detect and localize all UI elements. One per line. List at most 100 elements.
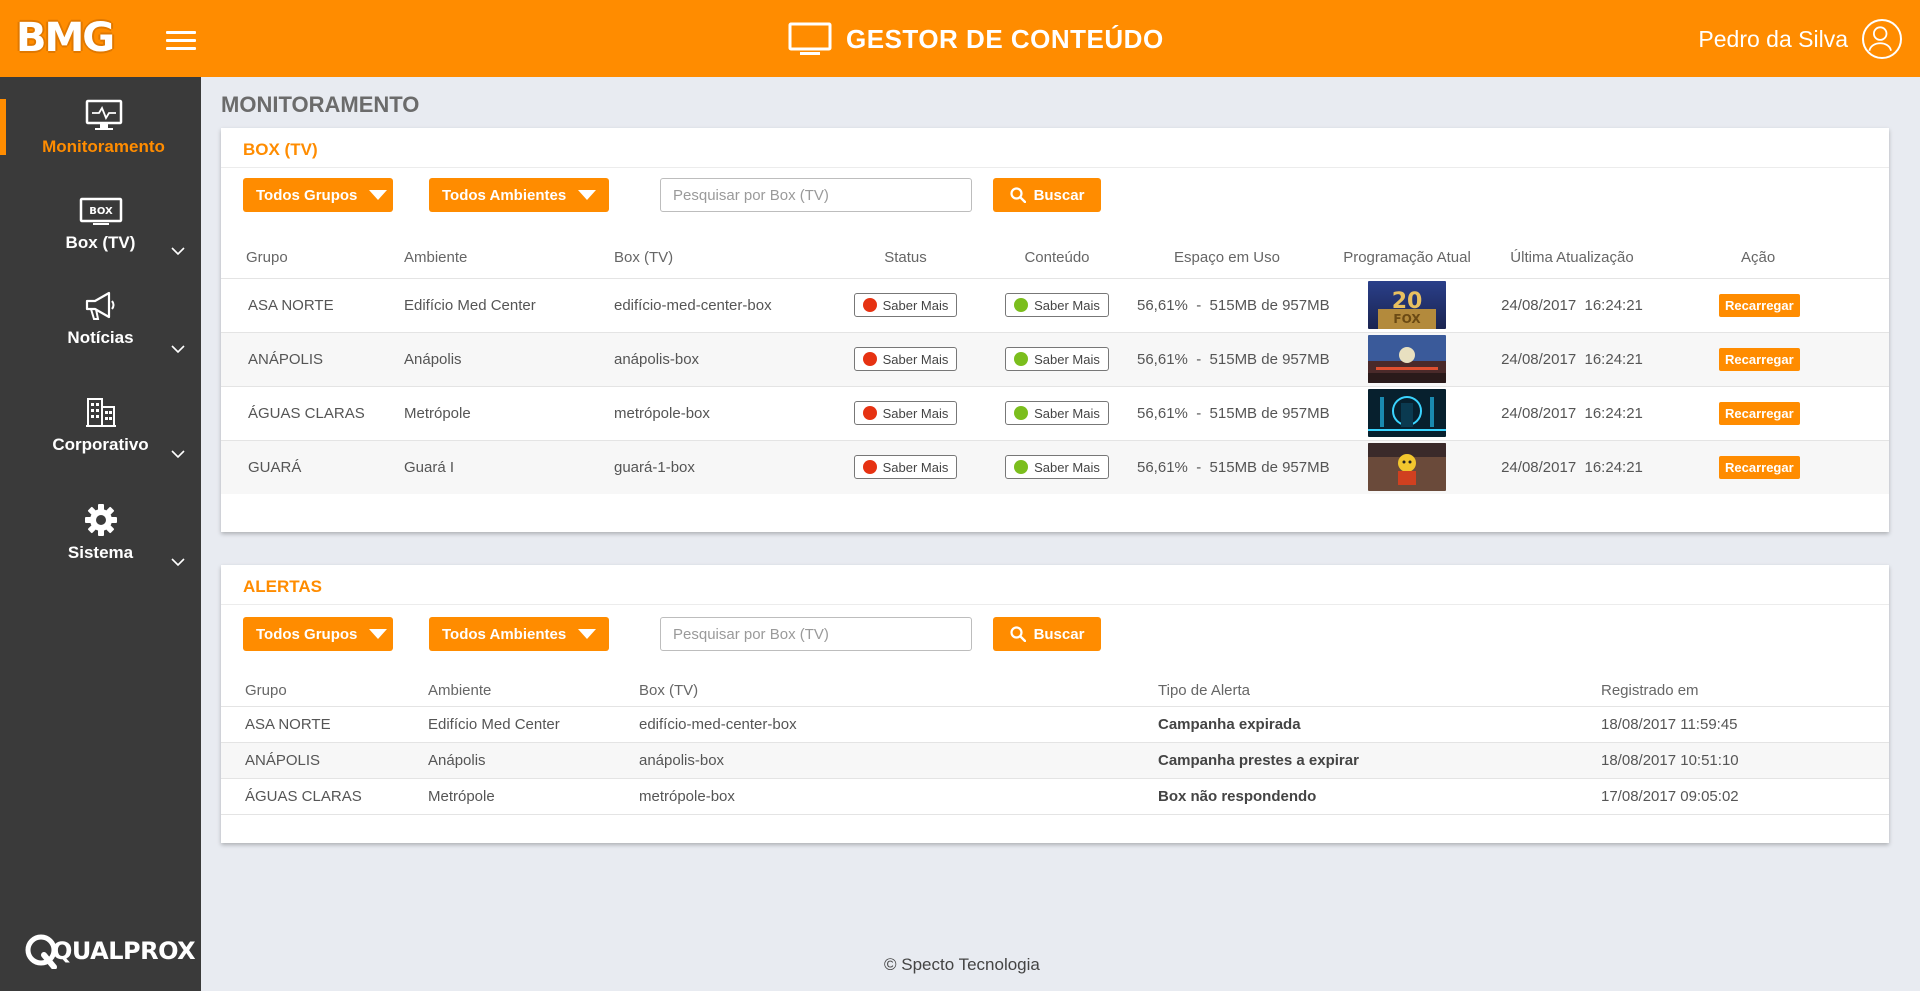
column-header[interactable]: Última Atualização	[1497, 238, 1647, 278]
top-bar: BMG GESTOR DE CONTEÚDO Pedro da Silva	[0, 0, 1920, 77]
cell-box: metrópole-box	[639, 777, 1158, 815]
cell-grupo: ASA NORTE	[221, 705, 428, 742]
table-row[interactable]: ÁGUAS CLARAS Metrópole metrópole-box Sab…	[221, 385, 1889, 440]
status-button[interactable]: Saber Mais	[853, 455, 958, 480]
column-header[interactable]: Box (TV)	[614, 238, 834, 278]
program-thumbnail[interactable]: 20 FOX	[1368, 281, 1446, 329]
column-header[interactable]: Registrado em	[1601, 676, 1889, 706]
cell-espaco: 56,61% - 515MB de 957MB	[1137, 385, 1330, 440]
reload-button[interactable]: Recarregar	[1719, 347, 1800, 371]
alerts-card: ALERTAS Todos Grupos Todos Ambientes Bus…	[221, 565, 1889, 843]
environments-dropdown[interactable]: Todos Ambientes	[429, 617, 609, 651]
status-button[interactable]: Saber Mais	[853, 347, 958, 371]
status-dot-icon	[862, 298, 877, 312]
status-dot-icon	[862, 352, 877, 366]
status-button[interactable]: Saber Mais	[853, 293, 958, 317]
table-row[interactable]: ANÁPOLIS Anápolis anápolis-box Campanha …	[221, 741, 1889, 778]
table-row[interactable]: ANÁPOLIS Anápolis anápolis-box Saber Mai…	[221, 331, 1889, 386]
content-button[interactable]: Saber Mais	[1005, 455, 1109, 480]
program-thumbnail[interactable]	[1368, 335, 1446, 383]
search-input[interactable]	[660, 617, 972, 651]
content-label: Saber Mais	[1034, 351, 1100, 367]
status-label: Saber Mais	[882, 405, 949, 421]
table-header-row: Grupo Ambiente Box (TV) Status Conteúdo …	[221, 238, 1889, 278]
caret-down-icon	[578, 629, 597, 639]
column-header[interactable]: Espaço em Uso	[1137, 238, 1317, 278]
megaphone-icon	[85, 291, 114, 320]
content-button[interactable]: Saber Mais	[1005, 401, 1109, 425]
search-input[interactable]	[660, 178, 972, 212]
status-dot-icon	[862, 406, 877, 420]
cell-tipo-alerta: Campanha expirada	[1158, 705, 1601, 742]
column-header[interactable]: Status	[834, 238, 977, 278]
sidebar-item-box-tv[interactable]: BOX Box (TV)	[0, 197, 201, 256]
sidebar-item-sistema[interactable]: Sistema	[0, 503, 201, 567]
cell-box: edifício-med-center-box	[614, 277, 834, 332]
sidebar-item-monitoramento[interactable]: Monitoramento	[0, 99, 201, 156]
sidebar-item-corporativo[interactable]: Corporativo	[0, 395, 201, 459]
card-title: BOX (TV)	[221, 128, 1889, 168]
cell-grupo: ANÁPOLIS	[221, 331, 404, 386]
cell-grupo: ÁGUAS CLARAS	[221, 777, 428, 815]
column-header[interactable]: Ambiente	[404, 238, 614, 278]
column-header[interactable]: Grupo	[221, 676, 428, 706]
column-header[interactable]: Conteúdo	[977, 238, 1137, 278]
caret-down-icon	[369, 190, 388, 200]
reload-button[interactable]: Recarregar	[1719, 401, 1800, 425]
user-name[interactable]: Pedro da Silva	[1698, 26, 1848, 53]
table-row[interactable]: GUARÁ Guará I guará-1-box Saber Mais Sab…	[221, 439, 1889, 494]
cell-ambiente: Metrópole	[428, 777, 639, 815]
program-thumbnail[interactable]	[1368, 443, 1446, 492]
cell-grupo: ANÁPOLIS	[221, 741, 428, 778]
card-title: ALERTAS	[221, 565, 1889, 605]
search-button-label: Buscar	[1033, 625, 1085, 643]
column-header[interactable]: Programação Atual	[1317, 238, 1497, 278]
status-button[interactable]: Saber Mais	[853, 401, 958, 425]
search-icon	[1009, 187, 1026, 203]
sidebar-item-label: Monitoramento	[42, 137, 165, 156]
search-button[interactable]: Buscar	[993, 617, 1101, 651]
user-avatar-icon[interactable]	[1862, 19, 1902, 59]
groups-dropdown[interactable]: Todos Grupos	[243, 617, 393, 651]
cell-ambiente: Edifício Med Center	[428, 705, 639, 742]
cell-registrado: 18/08/2017 11:59:45	[1601, 705, 1889, 742]
column-header[interactable]: Grupo	[221, 238, 404, 278]
sidebar: Monitoramento BOX Box (TV) Notícias Corp…	[0, 77, 201, 991]
table-row[interactable]: ASA NORTE Edifício Med Center edifício-m…	[221, 277, 1889, 332]
program-thumbnail[interactable]	[1368, 389, 1446, 437]
svg-text:20: 20	[1392, 289, 1423, 314]
gear-icon	[84, 504, 117, 536]
status-label: Saber Mais	[882, 459, 949, 475]
caret-down-icon	[578, 190, 597, 200]
content-button[interactable]: Saber Mais	[1005, 293, 1109, 317]
column-header[interactable]: Ação	[1647, 238, 1889, 278]
chevron-down-icon[interactable]	[171, 247, 185, 256]
sidebar-item-noticias[interactable]: Notícias	[0, 290, 201, 354]
cell-ambiente: Edifício Med Center	[404, 277, 614, 332]
table-row[interactable]: ASA NORTE Edifício Med Center edifício-m…	[221, 705, 1889, 742]
environments-dropdown[interactable]: Todos Ambientes	[429, 178, 609, 212]
content-button[interactable]: Saber Mais	[1005, 347, 1109, 371]
chevron-down-icon[interactable]	[171, 450, 185, 459]
cell-ambiente: Metrópole	[404, 385, 614, 440]
reload-button[interactable]: Recarregar	[1719, 293, 1800, 317]
reload-button[interactable]: Recarregar	[1719, 455, 1800, 479]
column-header[interactable]: Tipo de Alerta	[1158, 676, 1601, 706]
hamburger-menu-icon[interactable]	[166, 31, 196, 51]
cell-box: anápolis-box	[614, 331, 834, 386]
table-row[interactable]: ÁGUAS CLARAS Metrópole metrópole-box Box…	[221, 777, 1889, 815]
column-header[interactable]: Box (TV)	[639, 676, 1158, 706]
cell-registrado: 17/08/2017 09:05:02	[1601, 777, 1889, 815]
chevron-down-icon[interactable]	[171, 558, 185, 567]
groups-dropdown[interactable]: Todos Grupos	[243, 178, 393, 212]
groups-dropdown-label: Todos Grupos	[256, 186, 358, 204]
user-menu[interactable]: Pedro da Silva	[1698, 19, 1902, 59]
groups-dropdown-label: Todos Grupos	[256, 625, 358, 643]
cell-ambiente: Guará I	[404, 439, 614, 494]
search-button[interactable]: Buscar	[993, 178, 1101, 212]
content-label: Saber Mais	[1034, 459, 1100, 475]
column-header[interactable]: Ambiente	[428, 676, 639, 706]
box-tv-icon: BOX	[79, 197, 122, 225]
bmg-logo[interactable]: BMG	[16, 15, 115, 61]
chevron-down-icon[interactable]	[171, 345, 185, 354]
